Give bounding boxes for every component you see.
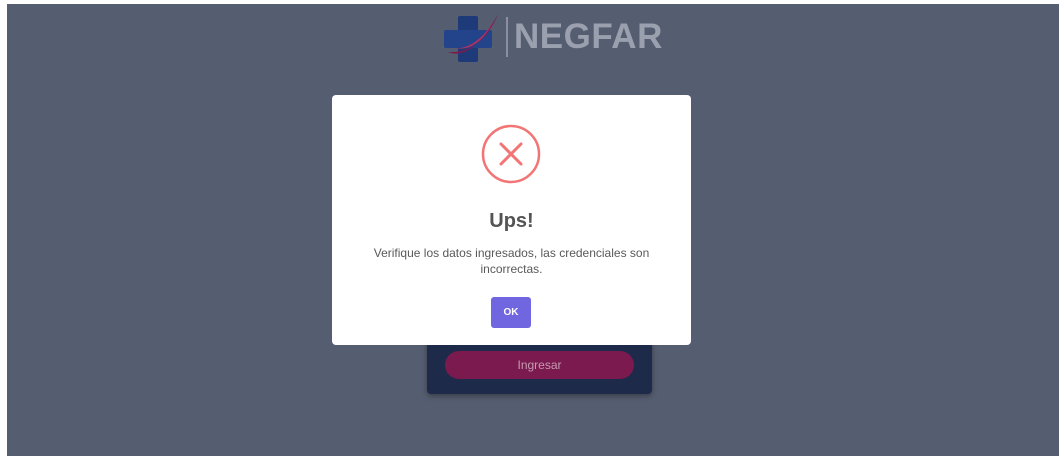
dialog-title: Ups! <box>489 210 534 232</box>
dialog-message: Verifique los datos ingresados, las cred… <box>373 246 650 276</box>
error-x-icon <box>481 124 541 184</box>
brand-name: NEGFAR <box>514 17 663 56</box>
ok-button[interactable]: OK <box>491 297 531 328</box>
brand-header: NEGFAR <box>440 8 663 66</box>
error-dialog: Ups! Verifique los datos ingresados, las… <box>332 95 691 345</box>
login-screen: NEGFAR Ingresar Ups! Verifique los datos… <box>7 4 1059 456</box>
login-submit-button[interactable]: Ingresar <box>445 351 634 379</box>
brand-divider <box>506 17 508 57</box>
negfar-logo-icon <box>444 14 498 62</box>
